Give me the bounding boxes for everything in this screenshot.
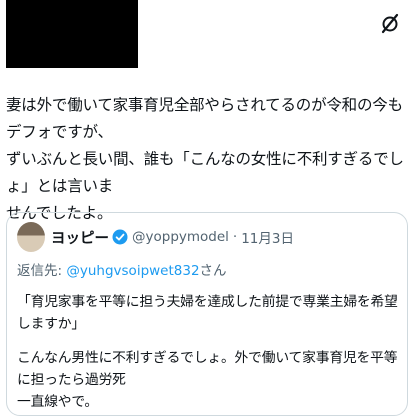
reply-to-line: 返信先: @yuhgvsoipwet832さん bbox=[17, 259, 227, 279]
quoted-tweet-line-2: こんなん男性に不利すぎるでしょ。外で働いて家事育児を平等に担ったら過労死 一直線… bbox=[17, 350, 398, 410]
quoted-tweet-line-1: 「育児家事を平等に担う夫婦を達成した前提で専業主婦を希望しますか」 bbox=[17, 294, 398, 332]
verified-badge-icon bbox=[112, 229, 128, 245]
quoted-tweet-card[interactable]: ヨッピー @yoppymodel · 11月3日 返信先: @yuhgvsoip… bbox=[6, 212, 408, 416]
redacted-avatar-name-block bbox=[6, 0, 138, 68]
avatar[interactable] bbox=[17, 222, 45, 252]
quoted-tweet-header: ヨッピー @yoppymodel · 11月3日 bbox=[17, 221, 294, 253]
quoted-author-name[interactable]: ヨッピー bbox=[51, 227, 109, 248]
quoted-tweet-date[interactable]: 11月3日 bbox=[241, 227, 294, 247]
reply-suffix: さん bbox=[199, 263, 227, 279]
reply-handle-link[interactable]: @yuhgvsoipwet832 bbox=[66, 263, 199, 279]
tweet-text: 妻は外で働いて家事育児全部やらされてるのが令和の今もデフォですが、 ずいぶんと長… bbox=[6, 96, 404, 222]
quoted-author-handle[interactable]: @yoppymodel bbox=[132, 229, 229, 245]
reply-prefix: 返信先: bbox=[17, 263, 63, 279]
grok-icon[interactable] bbox=[380, 12, 400, 34]
header-separator: · bbox=[232, 229, 238, 245]
